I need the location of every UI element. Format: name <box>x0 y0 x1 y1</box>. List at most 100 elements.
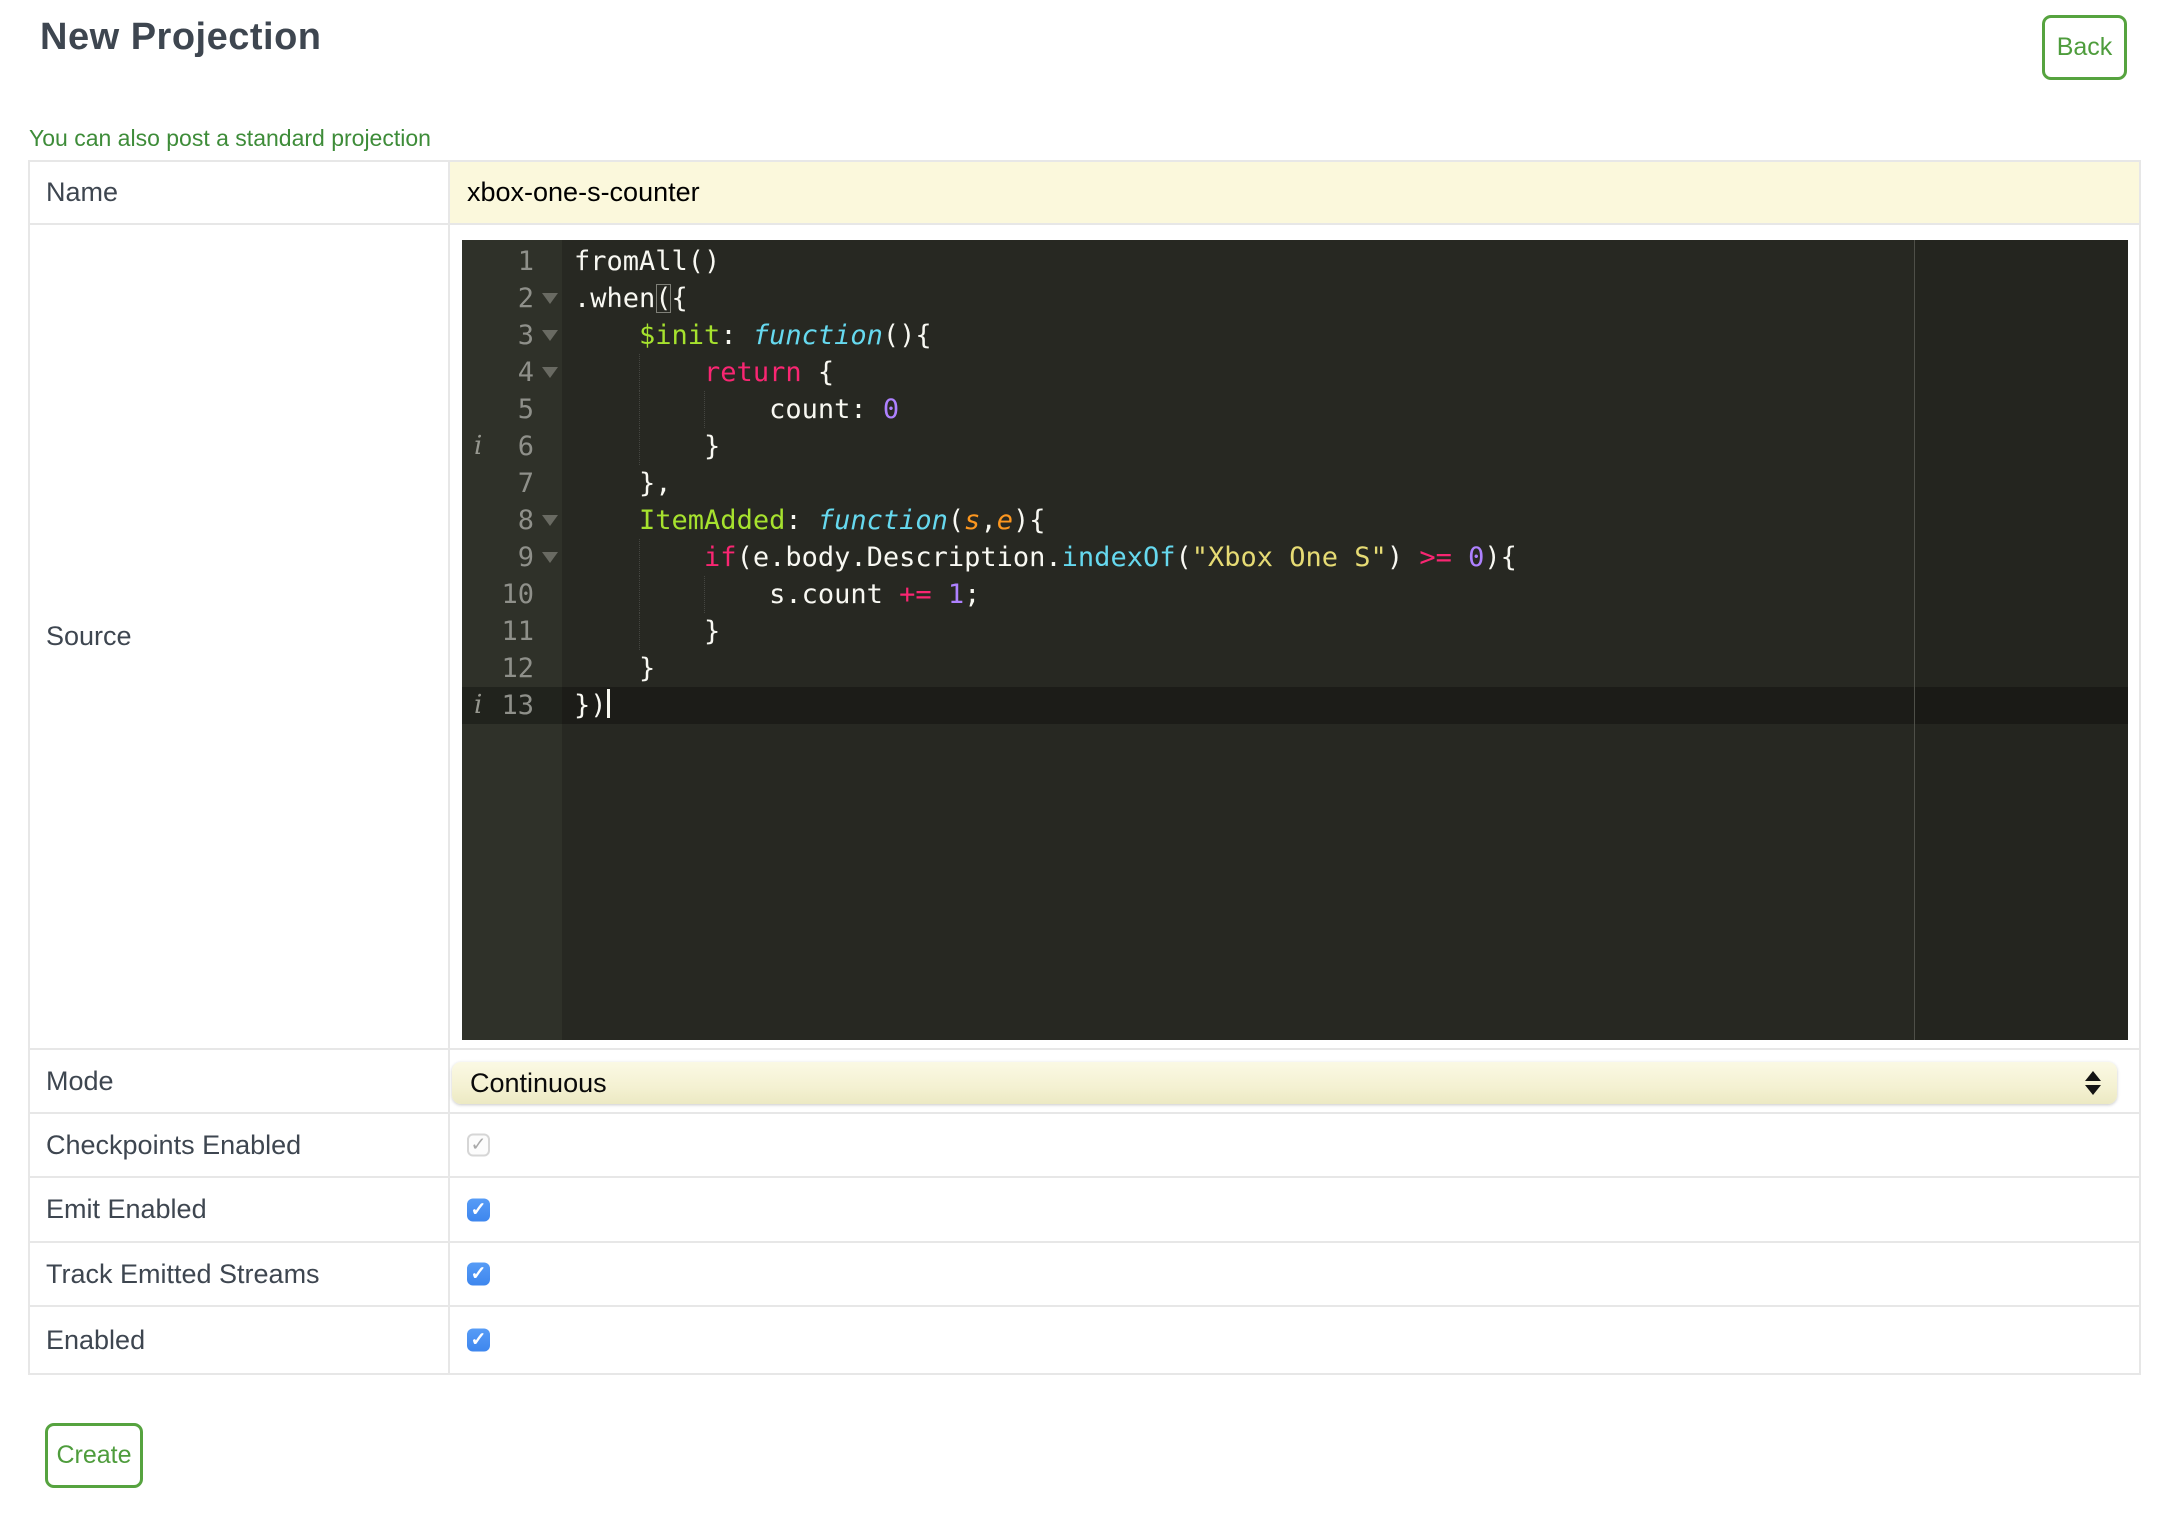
source-label: Source <box>30 225 450 1048</box>
fold-marker-icon[interactable] <box>542 515 558 526</box>
code-token: "Xbox One S" <box>1191 542 1387 573</box>
indent-guide <box>639 391 641 428</box>
code-token: : <box>720 320 753 351</box>
info-annotation-icon: i <box>474 690 483 720</box>
gutter-line-number: 10 <box>501 579 534 610</box>
indent-guide <box>639 576 641 613</box>
code-token: ){ <box>1012 505 1046 536</box>
code-line[interactable]: fromAll() <box>562 243 2128 280</box>
code-token: ) <box>1386 542 1420 573</box>
create-button[interactable]: Create <box>45 1423 143 1488</box>
gutter-line: 9 <box>462 539 562 576</box>
code-token: ( <box>947 505 965 536</box>
code-token: { <box>671 283 688 314</box>
track-emitted-streams-checkbox[interactable]: ✓ <box>467 1262 490 1286</box>
fold-marker-icon[interactable] <box>542 293 558 304</box>
code-line[interactable]: if(e.body.Description.indexOf("Xbox One … <box>562 539 2128 576</box>
gutter-line-number: 11 <box>501 616 534 647</box>
code-line[interactable]: } <box>562 613 2128 650</box>
code-token: fromAll() <box>574 246 721 277</box>
code-token: }) <box>574 690 607 721</box>
name-value-cell <box>450 162 2139 223</box>
back-button[interactable]: Back <box>2042 15 2127 80</box>
gutter-line: 5 <box>462 391 562 428</box>
indent-guide <box>639 613 641 650</box>
checkpoints-enabled-checkbox[interactable]: ✓ <box>467 1133 490 1157</box>
indent-guide <box>704 576 706 613</box>
name-label: Name <box>30 162 450 223</box>
gutter-line: 2 <box>462 280 562 317</box>
mode-select[interactable]: Continuous <box>452 1062 2117 1104</box>
code-token: += <box>899 579 932 610</box>
code-line[interactable]: } <box>562 428 2128 465</box>
gutter-line: 1 <box>462 243 562 280</box>
code-token: 0 <box>1468 542 1485 573</box>
checkpoints-enabled-cell: ✓ <box>450 1114 2139 1176</box>
checkmark-icon: ✓ <box>470 1263 487 1285</box>
code-token: (){ <box>882 320 932 351</box>
code-line[interactable]: ItemAdded: function(s,e){ <box>562 502 2128 539</box>
code-line[interactable]: }, <box>562 465 2128 502</box>
indent-guide <box>639 428 641 465</box>
code-token: .when <box>574 283 656 314</box>
fold-marker-icon[interactable] <box>542 367 558 378</box>
code-token: s.count <box>574 579 900 610</box>
code-line[interactable]: } <box>562 650 2128 687</box>
track-emitted-streams-cell: ✓ <box>450 1243 2139 1305</box>
code-token: ){ <box>1484 542 1517 573</box>
code-line[interactable]: $init: function(){ <box>562 317 2128 354</box>
gutter-line-number: 13 <box>501 690 534 721</box>
checkmark-icon: ✓ <box>470 1134 487 1156</box>
chevron-up-icon <box>2085 1071 2101 1081</box>
code-token: } <box>574 653 656 684</box>
checkpoints-enabled-row: Checkpoints Enabled ✓ <box>30 1114 2139 1178</box>
gutter-line-number: 12 <box>501 653 534 684</box>
gutter-line: 7 <box>462 465 562 502</box>
code-token: function <box>752 320 883 351</box>
gutter-line: i 13 <box>462 687 562 724</box>
indent-guide <box>639 539 641 576</box>
chevron-down-icon <box>2085 1085 2101 1095</box>
new-projection-page: New Projection Back You can also post a … <box>0 0 2166 1513</box>
code-token: if <box>704 542 737 573</box>
enabled-row: Enabled ✓ <box>30 1307 2139 1375</box>
code-token: 0 <box>882 394 900 425</box>
gutter-line-number: 4 <box>517 357 534 388</box>
code-token: : <box>785 505 818 536</box>
code-line[interactable]: count: 0 <box>562 391 2128 428</box>
fold-marker-icon[interactable] <box>542 330 558 341</box>
projection-form-table: Name Source 1fromAll()2.when({3 $init: f… <box>28 160 2141 1375</box>
emit-enabled-checkbox[interactable]: ✓ <box>467 1198 490 1221</box>
gutter-line: 4 <box>462 354 562 391</box>
code-line[interactable]: return { <box>562 354 2128 391</box>
checkpoints-enabled-label: Checkpoints Enabled <box>30 1114 450 1176</box>
standard-projection-link[interactable]: You can also post a standard projection <box>29 125 431 152</box>
indent-guide <box>639 354 641 391</box>
gutter-line-number: 1 <box>517 246 534 277</box>
source-code-editor[interactable]: 1 fromAll() 2 .when({3 $init: function(){4 … <box>462 240 2128 1040</box>
emit-enabled-cell: ✓ <box>450 1178 2139 1241</box>
gutter-line: i6 <box>462 428 562 465</box>
mode-selected-option: Continuous <box>470 1067 607 1098</box>
info-annotation-icon: i <box>474 431 483 461</box>
code-token: >= <box>1419 542 1452 573</box>
code-token: ItemAdded <box>639 505 786 536</box>
text-cursor <box>606 689 610 718</box>
code-token: } <box>574 431 721 462</box>
code-token: } <box>574 616 721 647</box>
enabled-checkbox[interactable]: ✓ <box>467 1328 490 1352</box>
code-line[interactable]: .when({ <box>562 280 2128 317</box>
track-emitted-streams-label: Track Emitted Streams <box>30 1243 450 1305</box>
fold-marker-icon[interactable] <box>542 552 558 563</box>
code-line[interactable]: }) <box>562 687 2128 724</box>
select-stepper-icon <box>2085 1071 2101 1095</box>
code-token: count: <box>574 394 883 425</box>
projection-name-input[interactable] <box>450 162 2139 223</box>
code-token: ( <box>1175 542 1192 573</box>
gutter-line: 11 <box>462 613 562 650</box>
source-value-cell: 1 fromAll() 2 .when({3 $init: function(){4 … <box>450 225 2139 1048</box>
code-line[interactable]: s.count += 1; <box>562 576 2128 613</box>
gutter-line-number: 7 <box>517 468 534 499</box>
